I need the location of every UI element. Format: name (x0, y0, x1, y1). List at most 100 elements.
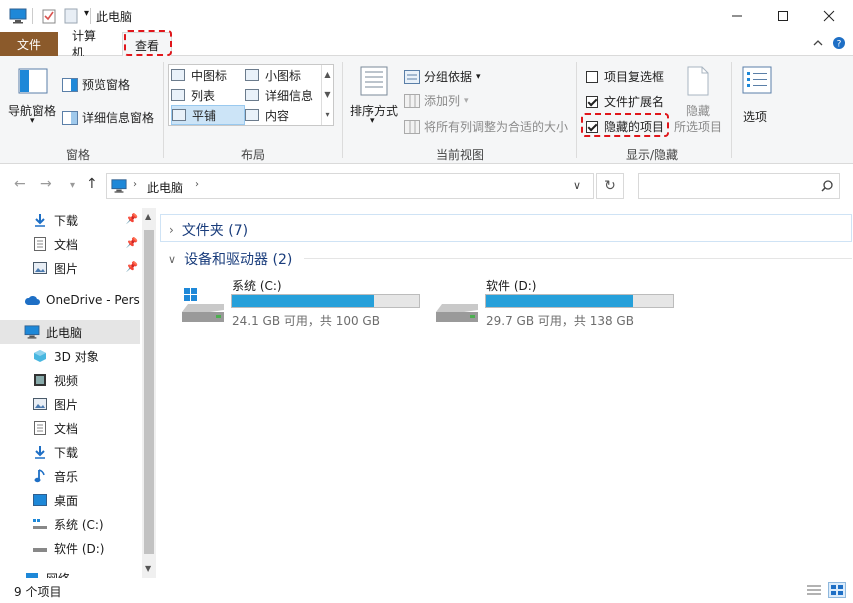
music-icon (32, 468, 48, 484)
add-columns-button[interactable]: 添加列 ▾ (404, 92, 469, 109)
network-icon (24, 570, 40, 578)
sidebar-item-drive-c[interactable]: 系统 (C:) (0, 512, 140, 536)
address-bar[interactable]: › 此电脑 › ∨ (106, 173, 594, 199)
preview-pane-button[interactable]: 预览窗格 (62, 76, 130, 93)
layout-medium-icons[interactable]: 中图标 (171, 65, 245, 85)
back-button[interactable]: ← (14, 176, 26, 192)
preview-pane-icon (62, 77, 78, 92)
new-folder-icon[interactable] (64, 8, 78, 27)
scroll-down-icon[interactable]: ▼ (145, 564, 151, 573)
layout-group-label: 布局 (241, 148, 266, 162)
video-icon (32, 372, 48, 388)
group-by-button[interactable]: 分组依据 ▾ (404, 68, 481, 85)
address-row: ← → ▾ ↑ › 此电脑 › ∨ ↻ (0, 168, 853, 204)
layout-tiles[interactable]: 平铺 (171, 105, 245, 125)
breadcrumb-this-pc[interactable]: 此电脑 (147, 179, 183, 196)
item-checkboxes-option[interactable]: 项目复选框 (586, 68, 664, 85)
drive-d-free-space: 29.7 GB 可用，共 138 GB (486, 314, 634, 328)
window-title: 此电脑 (96, 10, 133, 24)
devices-section-header[interactable]: ∨ 设备和驱动器 (2) (160, 246, 852, 270)
sidebar-item-network[interactable]: 网络 (0, 566, 140, 578)
details-pane-button[interactable]: 详细信息窗格 (62, 109, 154, 126)
drive-c-usage-fill (232, 295, 374, 307)
sidebar-scrollbar[interactable]: ▲ ▼ (142, 208, 156, 578)
sort-icon (360, 66, 388, 96)
sidebar-item-3d-objects[interactable]: 3D 对象 (0, 344, 140, 368)
status-bar: 9 个项目 (0, 580, 853, 603)
sidebar-item-music[interactable]: 音乐 (0, 464, 140, 488)
system-drive-icon (32, 516, 48, 532)
drive-c-free-space: 24.1 GB 可用，共 100 GB (232, 314, 380, 328)
tab-computer[interactable]: 计算机 (60, 29, 118, 60)
details-pane-icon (62, 110, 78, 125)
search-input[interactable] (638, 173, 840, 199)
scrollbar-thumb[interactable] (144, 230, 154, 554)
navigation-pane: 下载 📌 文档 📌 图片 📌 OneDrive - Perso 此电脑 3D 对… (0, 208, 156, 578)
nav-pane-button[interactable]: 导航窗格 ▾ (6, 62, 60, 132)
small-icons-icon (245, 69, 259, 81)
devices-section-title: 设备和驱动器 (2) (184, 252, 293, 268)
layout-details[interactable]: 详细信息 (245, 85, 319, 105)
properties-icon[interactable] (42, 8, 56, 27)
details-view-icon[interactable] (806, 583, 822, 600)
sidebar-item-documents[interactable]: 文档 (0, 416, 140, 440)
file-extensions-checkbox[interactable] (586, 95, 598, 108)
maximize-button[interactable] (760, 0, 806, 32)
3d-objects-icon (32, 348, 48, 364)
sidebar-item-onedrive[interactable]: OneDrive - Perso (0, 288, 140, 312)
pin-icon: 📌 (125, 214, 138, 225)
sidebar-item-downloads[interactable]: 下载 (0, 440, 140, 464)
tab-file[interactable]: 文件 (0, 32, 58, 56)
recent-dropdown-icon[interactable]: ▾ (70, 180, 75, 191)
up-button[interactable]: ↑ (86, 176, 98, 192)
pictures-icon (32, 260, 48, 276)
sidebar-item-downloads-quick[interactable]: 下载 📌 (0, 208, 140, 232)
sidebar-item-desktop[interactable]: 桌面 (0, 488, 140, 512)
details-icon (245, 89, 259, 101)
fit-columns-button[interactable]: 将所有列调整为合适的大小 (404, 118, 568, 135)
folders-section-header[interactable]: › 文件夹 (7) (160, 214, 852, 242)
minimize-button[interactable] (714, 0, 760, 32)
system-drive-icon (182, 288, 224, 322)
sidebar-item-this-pc[interactable]: 此电脑 (0, 320, 140, 344)
refresh-button[interactable]: ↻ (596, 173, 624, 199)
layout-content[interactable]: 内容 (245, 105, 319, 125)
layout-small-icons[interactable]: 小图标 (245, 65, 319, 85)
drive-icon (32, 540, 48, 556)
file-extensions-option[interactable]: 文件扩展名 (586, 93, 664, 110)
address-dropdown-icon[interactable]: ∨ (573, 179, 581, 192)
svg-text:?: ? (837, 40, 842, 50)
search-icon (821, 180, 833, 192)
show-hide-group-label: 显示/隐藏 (626, 148, 679, 162)
list-icon (171, 89, 185, 101)
collapse-ribbon-icon[interactable] (812, 37, 824, 52)
layout-gallery: 中图标 小图标 列表 详细信息 平铺 内容 ▲ ▼ ▾ (168, 64, 334, 126)
drive-tile-c[interactable]: 系统 (C:) 24.1 GB 可用，共 100 GB (178, 274, 428, 330)
drive-tile-d[interactable]: 软件 (D:) 29.7 GB 可用，共 138 GB (432, 274, 682, 330)
forward-button[interactable]: → (40, 176, 52, 192)
sort-by-button[interactable]: 排序方式 ▾ (348, 62, 400, 132)
document-icon (32, 236, 48, 252)
current-view-group-label: 当前视图 (436, 148, 485, 162)
sidebar-item-videos[interactable]: 视频 (0, 368, 140, 392)
view-tab-highlight (124, 30, 172, 56)
sidebar-item-pictures-quick[interactable]: 图片 📌 (0, 256, 140, 280)
add-columns-icon (404, 93, 420, 108)
sidebar-item-documents-quick[interactable]: 文档 📌 (0, 232, 140, 256)
tiles-view-icon[interactable] (828, 582, 846, 598)
help-icon[interactable]: ? (832, 36, 846, 53)
sidebar-item-drive-d[interactable]: 软件 (D:) (0, 536, 140, 560)
layout-list[interactable]: 列表 (171, 85, 245, 105)
sidebar-item-pictures[interactable]: 图片 (0, 392, 140, 416)
content-icon (245, 109, 259, 121)
options-button[interactable]: 选项 (736, 62, 778, 132)
quick-access-dropdown-icon[interactable]: ▾ (84, 8, 89, 19)
this-pc-icon (111, 179, 127, 193)
pin-icon: 📌 (125, 238, 138, 249)
scroll-up-icon[interactable]: ▲ (145, 212, 151, 221)
item-checkboxes-checkbox[interactable] (586, 70, 598, 83)
layout-scroll[interactable]: ▲ ▼ ▾ (321, 65, 333, 125)
hide-selected-button[interactable]: 隐藏 所选项目 (672, 62, 724, 134)
this-pc-icon (24, 324, 40, 340)
close-button[interactable] (806, 0, 852, 32)
